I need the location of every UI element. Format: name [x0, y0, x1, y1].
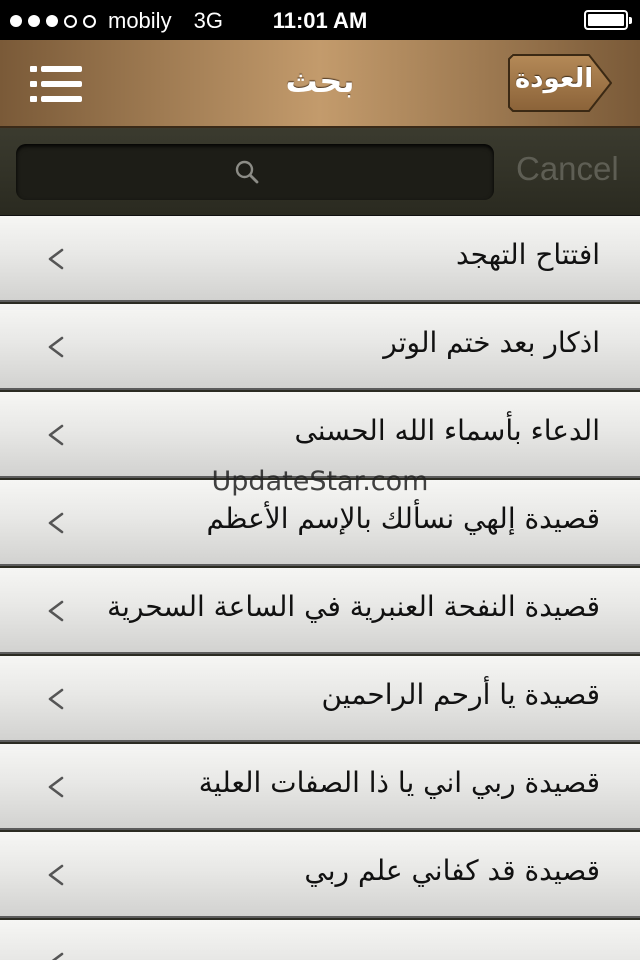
list-item-label: قصيدة إلهي نسألك بالإسم الأعظم [206, 502, 600, 535]
battery-nub [629, 17, 632, 24]
chevron-left-icon [48, 776, 64, 798]
list-item[interactable]: افتتاح التهجد [0, 216, 640, 302]
search-field[interactable] [16, 144, 498, 202]
list-item-label: قصيدة يا أرحم الراحمين [321, 678, 600, 711]
chevron-left-icon [48, 424, 64, 446]
battery-fill [588, 14, 624, 26]
chevron-left-icon [48, 864, 64, 886]
list-item[interactable]: اذكار بعد ختم الوتر [0, 304, 640, 390]
list-item-label: قصيدة النفحة العنبرية في الساعة السحرية [107, 590, 600, 623]
back-button-label: العودة [514, 64, 594, 94]
chevron-left-icon [48, 688, 64, 710]
chevron-left-icon [48, 600, 64, 622]
cancel-button[interactable]: Cancel [516, 150, 626, 190]
search-icon [235, 160, 259, 184]
list-item-label: قصيدة ربي اني يا ذا الصفات العلية [198, 766, 600, 799]
chevron-left-icon [48, 248, 64, 270]
battery-icon [584, 10, 632, 30]
list-item[interactable]: قصيدة قد كفاني علم ربي [0, 832, 640, 918]
status-time: 11:01 AM [272, 8, 368, 33]
chevron-left-icon [48, 336, 64, 358]
back-button[interactable]: العودة [508, 54, 612, 112]
list-item-label: الدعاء بأسماء الله الحسنى [294, 414, 600, 447]
list-item-label: اذكار بعد ختم الوتر [383, 326, 600, 359]
watermark: UpdateStar.com [211, 466, 429, 497]
list-item[interactable]: قصيدة النفحة العنبرية في الساعة السحرية [0, 568, 640, 654]
chevron-left-icon [51, 952, 64, 960]
list-item-label: افتتاح التهجد [455, 238, 600, 271]
status-bar: mobily 3G 11:01 AM [0, 0, 640, 40]
list-item[interactable]: قصيدة ربي اني يا ذا الصفات العلية [0, 744, 640, 830]
list-item[interactable] [0, 920, 640, 960]
navigation-bar: بحث العودة [0, 40, 640, 128]
list-item[interactable]: قصيدة يا أرحم الراحمين [0, 656, 640, 742]
results-list: افتتاح التهجد اذكار بعد ختم الوتر الدعاء ب… [0, 216, 640, 960]
chevron-left-icon [48, 512, 64, 534]
list-item-label: قصيدة قد كفاني علم ربي [304, 854, 600, 887]
